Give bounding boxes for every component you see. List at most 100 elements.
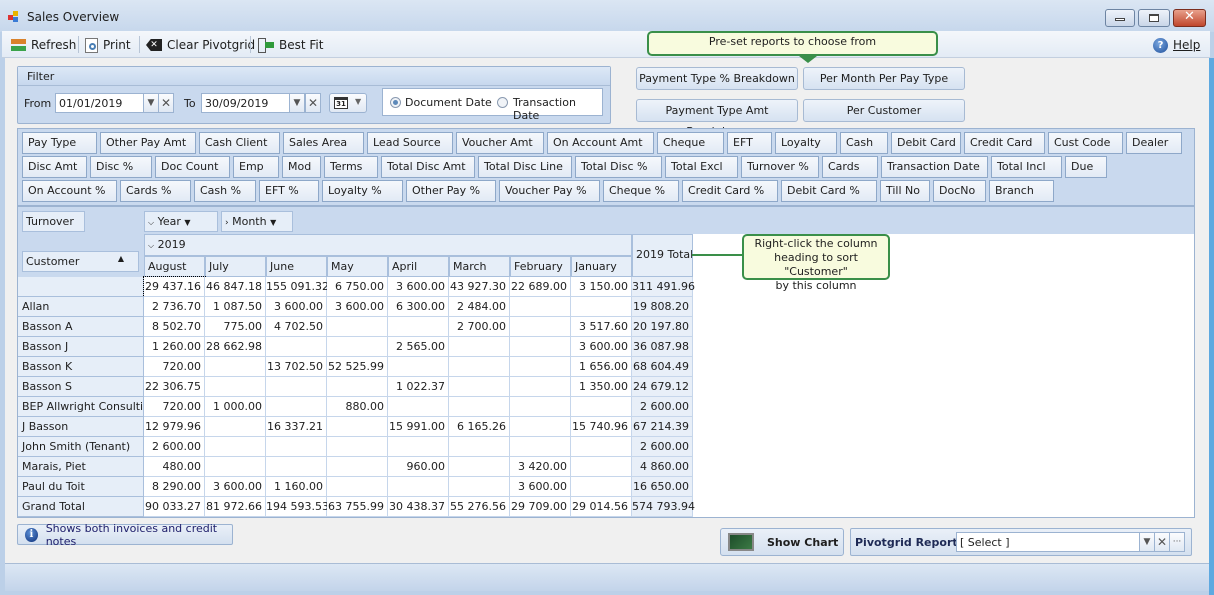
row-header[interactable]: Basson S	[18, 377, 144, 397]
data-cell[interactable]: 2 484.00	[449, 297, 510, 317]
field-cash[interactable]: Cash	[840, 132, 888, 154]
field-cash-pct[interactable]: Cash %	[194, 180, 256, 202]
month-header-february[interactable]: February	[510, 256, 571, 277]
data-cell[interactable]	[266, 437, 327, 457]
month-header-april[interactable]: April	[388, 256, 449, 277]
column-field-month[interactable]: › Month ▼	[221, 211, 293, 232]
data-cell[interactable]: 15 991.00	[388, 417, 449, 437]
field-disc-pct[interactable]: Disc %	[90, 156, 152, 178]
data-cell[interactable]	[205, 437, 266, 457]
row-total-cell[interactable]: 19 808.20	[632, 297, 693, 317]
field-cust-code[interactable]: Cust Code	[1048, 132, 1123, 154]
field-till-no[interactable]: Till No	[880, 180, 930, 202]
field-total-incl[interactable]: Total Incl	[991, 156, 1062, 178]
field-cards[interactable]: Cards	[822, 156, 878, 178]
data-cell[interactable]	[205, 377, 266, 397]
data-cell[interactable]: 720.00	[144, 357, 205, 377]
data-cell[interactable]: 55 276.56	[449, 497, 510, 517]
data-cell[interactable]	[449, 357, 510, 377]
row-header[interactable]: Basson A	[18, 317, 144, 337]
data-cell[interactable]: 22 306.75	[144, 377, 205, 397]
data-cell[interactable]	[571, 397, 632, 417]
help-button[interactable]: ? Help	[1153, 36, 1200, 54]
field-eft[interactable]: EFT	[727, 132, 772, 154]
field-doc-count[interactable]: Doc Count	[155, 156, 230, 178]
preset-payment-type-amt[interactable]: Payment Type Amt Breakdown	[636, 99, 798, 138]
field-sales-area[interactable]: Sales Area	[283, 132, 364, 154]
data-cell[interactable]	[327, 337, 388, 357]
data-cell[interactable]: 30 438.37	[388, 497, 449, 517]
data-cell[interactable]: 720.00	[144, 397, 205, 417]
data-cell[interactable]	[449, 377, 510, 397]
field-cards-pct[interactable]: Cards %	[120, 180, 191, 202]
field-total-disc-line[interactable]: Total Disc Line	[478, 156, 572, 178]
field-transaction-date[interactable]: Transaction Date	[881, 156, 988, 178]
field-other-pay-pct[interactable]: Other Pay %	[406, 180, 496, 202]
data-cell[interactable]: 3 600.00	[571, 337, 632, 357]
row-header[interactable]: Marais, Piet	[18, 457, 144, 477]
data-cell[interactable]: 22 689.00	[510, 277, 571, 297]
data-cell[interactable]: 3 600.00	[205, 477, 266, 497]
data-cell[interactable]: 3 600.00	[388, 277, 449, 297]
print-button[interactable]: Print	[85, 36, 131, 54]
data-cell[interactable]: 775.00	[205, 317, 266, 337]
data-cell[interactable]	[266, 337, 327, 357]
field-eft-pct[interactable]: EFT %	[259, 180, 319, 202]
field-on-account-pct[interactable]: On Account %	[22, 180, 117, 202]
data-cell[interactable]: 1 260.00	[144, 337, 205, 357]
month-header-january[interactable]: January	[571, 256, 632, 277]
data-cell[interactable]	[266, 457, 327, 477]
data-cell[interactable]	[571, 457, 632, 477]
data-cell[interactable]	[510, 317, 571, 337]
field-turnover-pct[interactable]: Turnover %	[741, 156, 819, 178]
field-mod[interactable]: Mod	[282, 156, 321, 178]
data-cell[interactable]: 2 736.70	[144, 297, 205, 317]
to-date-dropdown[interactable]: ▼	[289, 93, 305, 113]
data-cell[interactable]	[327, 437, 388, 457]
from-date-dropdown[interactable]: ▼	[143, 93, 159, 113]
row-total-cell[interactable]: 68 604.49	[632, 357, 693, 377]
row-total-cell[interactable]: 2 600.00	[632, 397, 693, 417]
radio-transaction-date[interactable]	[497, 97, 508, 108]
data-cell[interactable]	[327, 457, 388, 477]
row-total-cell[interactable]: 4 860.00	[632, 457, 693, 477]
data-cell[interactable]: 1 000.00	[205, 397, 266, 417]
row-header[interactable]: John Smith (Tenant)	[18, 437, 144, 457]
row-field-customer[interactable]: Customer ▲	[22, 251, 139, 272]
month-header-may[interactable]: May	[327, 256, 388, 277]
month-header-july[interactable]: July	[205, 256, 266, 277]
refresh-button[interactable]: Refresh	[11, 36, 76, 54]
month-header-june[interactable]: June	[266, 256, 327, 277]
data-cell[interactable]	[510, 397, 571, 417]
row-header[interactable]: BEP Allwright Consulting	[18, 397, 144, 417]
data-cell[interactable]	[510, 337, 571, 357]
data-cell[interactable]: 16 337.21	[266, 417, 327, 437]
data-cell[interactable]: 3 420.00	[510, 457, 571, 477]
date-range-picker-button[interactable]: 31 ▼	[329, 93, 367, 113]
data-cell[interactable]	[205, 357, 266, 377]
field-lead-source[interactable]: Lead Source	[367, 132, 453, 154]
to-date-input[interactable]: 30/09/2019	[201, 93, 291, 113]
data-cell[interactable]: 6 750.00	[327, 277, 388, 297]
data-cell[interactable]	[510, 437, 571, 457]
data-cell[interactable]	[449, 457, 510, 477]
data-cell[interactable]: 6 300.00	[388, 297, 449, 317]
field-docno[interactable]: DocNo	[933, 180, 986, 202]
preset-payment-type-pct[interactable]: Payment Type % Breakdown	[636, 67, 798, 90]
data-cell[interactable]: 12 979.96	[144, 417, 205, 437]
year-total-header[interactable]: 2019 Total	[632, 234, 693, 277]
year-header-2019[interactable]: ⌵ 2019	[144, 234, 632, 256]
data-cell[interactable]: 8 502.70	[144, 317, 205, 337]
field-total-disc-amt[interactable]: Total Disc Amt	[381, 156, 475, 178]
field-loyalty[interactable]: Loyalty	[775, 132, 837, 154]
data-cell[interactable]: 960.00	[388, 457, 449, 477]
data-cell[interactable]	[571, 477, 632, 497]
data-cell[interactable]	[327, 477, 388, 497]
data-cell[interactable]: 2 565.00	[388, 337, 449, 357]
row-total-cell[interactable]: 67 214.39	[632, 417, 693, 437]
data-cell[interactable]: 15 740.96	[571, 417, 632, 437]
preset-per-month-pay-type[interactable]: Per Month Per Pay Type	[803, 67, 965, 90]
row-total-cell[interactable]: 2 600.00	[632, 437, 693, 457]
pivotgrid-report-select[interactable]: [ Select ]	[956, 532, 1140, 552]
row-total-cell[interactable]: 311 491.96	[632, 277, 695, 297]
